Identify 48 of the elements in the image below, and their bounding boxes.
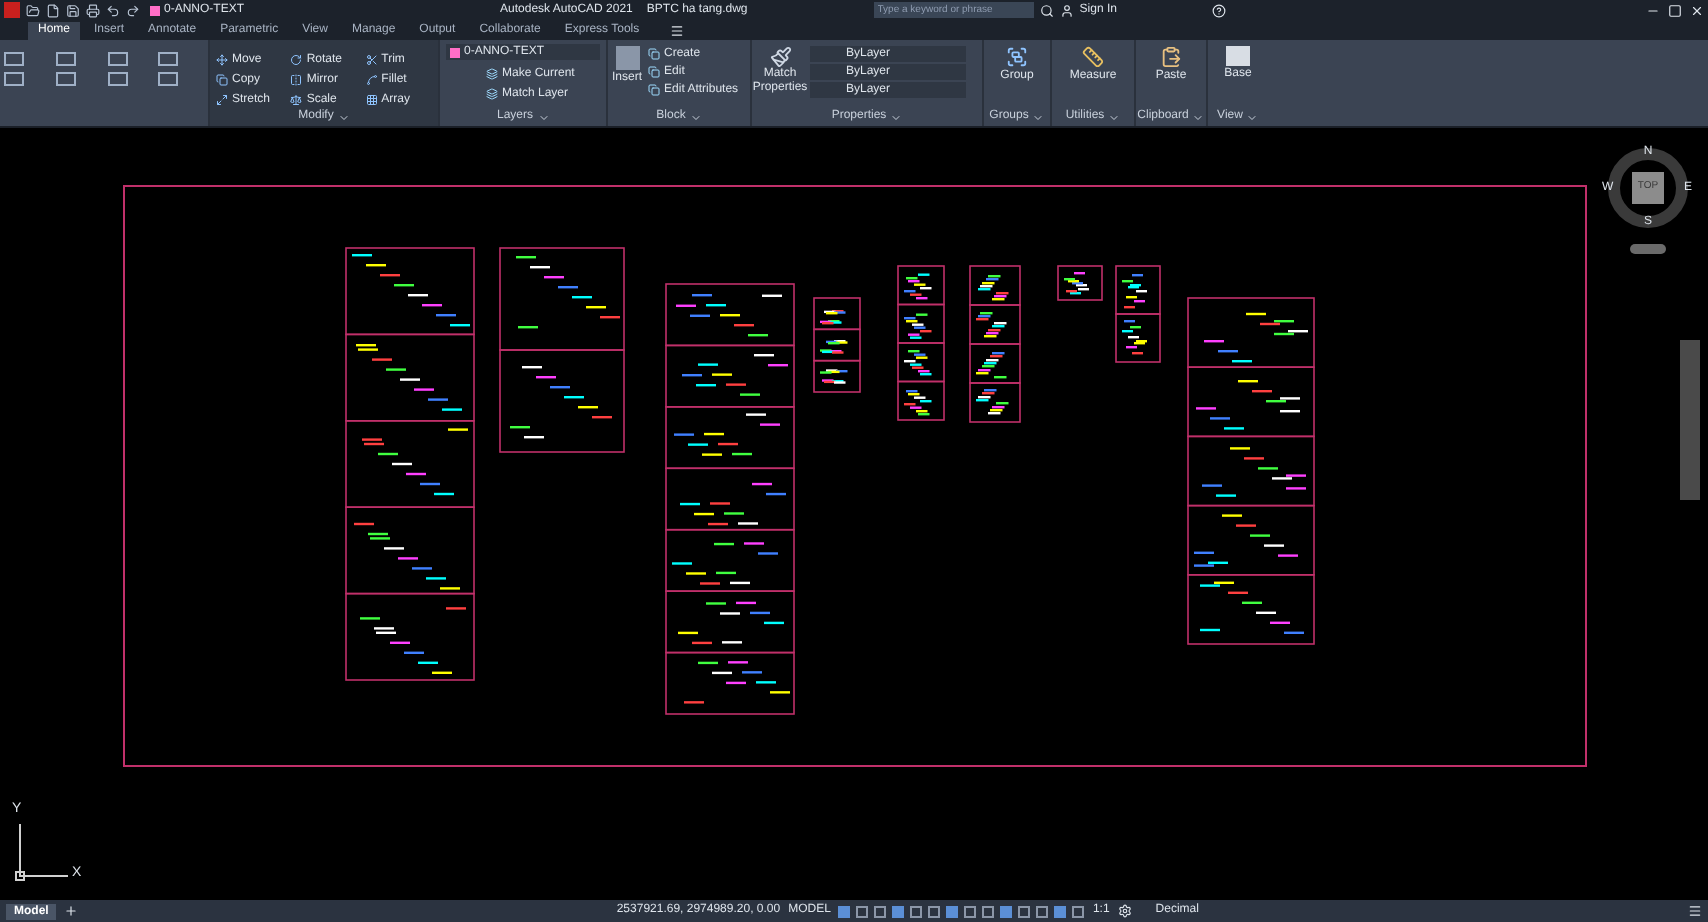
caret-icon <box>689 111 702 123</box>
caret-icon <box>337 111 350 123</box>
tool-icon <box>365 94 378 106</box>
tool-icon <box>216 54 228 66</box>
customize-icon[interactable] <box>1688 904 1702 918</box>
toolbar-icon[interactable] <box>46 3 60 17</box>
tool-icon <box>290 94 303 106</box>
draw-tool-icon[interactable] <box>55 52 76 66</box>
draw-tool-icon[interactable] <box>158 72 179 86</box>
caret-icon <box>1192 111 1205 123</box>
search-icon[interactable] <box>1039 3 1054 17</box>
ruler-icon <box>1082 46 1104 68</box>
help-icon[interactable] <box>1212 3 1227 17</box>
toolbar-icon[interactable] <box>86 3 100 17</box>
layer-color-icon <box>450 47 460 57</box>
tool-icon <box>216 74 228 86</box>
group-icon <box>1006 46 1028 68</box>
wcs-menu[interactable] <box>1630 244 1666 254</box>
add-layout-icon[interactable] <box>64 904 79 918</box>
block-icon <box>648 66 661 78</box>
menu-icon[interactable] <box>669 24 684 38</box>
tool-icon <box>365 74 378 86</box>
layers-icon <box>486 68 498 80</box>
block-icon <box>648 84 661 96</box>
settings-icon[interactable] <box>1117 904 1132 918</box>
draw-tool-icon[interactable] <box>55 72 76 86</box>
base-view-icon <box>1226 46 1250 66</box>
toolbar-icon[interactable] <box>126 3 140 17</box>
layers-icon <box>486 88 498 100</box>
toolbar-icon[interactable] <box>106 3 120 17</box>
draw-tool-icon[interactable] <box>158 52 179 66</box>
clipboard-icon <box>1160 46 1182 68</box>
close-icon[interactable] <box>1690 3 1704 17</box>
caret-icon <box>537 111 549 123</box>
user-icon[interactable] <box>1059 3 1074 17</box>
caret-icon <box>1032 111 1045 123</box>
tool-icon <box>365 54 378 66</box>
block-icon <box>648 48 661 60</box>
caret-icon <box>1108 111 1121 123</box>
toolbar-icon[interactable] <box>26 3 40 17</box>
caret-icon <box>1246 111 1259 123</box>
layer-color-icon <box>150 5 160 15</box>
toolbar-icon[interactable] <box>66 3 80 17</box>
tool-icon <box>290 54 303 66</box>
brush-icon <box>769 46 791 68</box>
tool-icon <box>290 74 303 86</box>
caret-icon <box>890 111 903 123</box>
restore-icon[interactable] <box>1668 3 1682 17</box>
